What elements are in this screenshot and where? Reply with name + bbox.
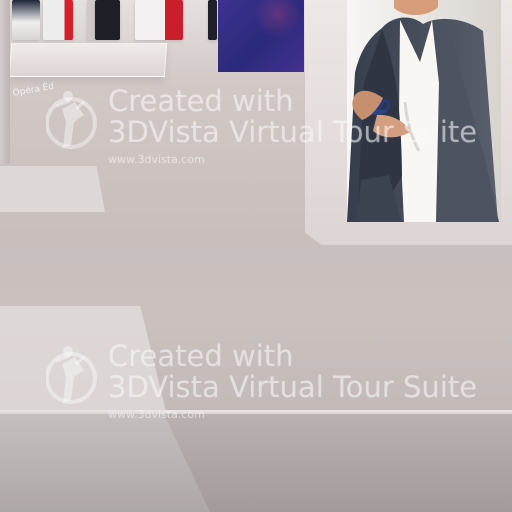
gallery-stand	[95, 0, 120, 40]
floor-light-reflection	[0, 306, 167, 416]
floor-light-reflection	[0, 166, 105, 212]
gallery-stand	[12, 0, 40, 40]
purple-display-panel	[218, 0, 304, 72]
gallery-stand	[208, 0, 217, 40]
poster-image	[347, 0, 501, 222]
left-column	[0, 0, 10, 164]
lower-floor	[0, 414, 512, 512]
gallery-stand	[135, 0, 183, 40]
virtual-tour-viewer[interactable]: Opéra Éd Created with 3DVista Virtual To…	[0, 0, 512, 512]
display-pedestal	[8, 43, 168, 77]
gallery-stand	[43, 0, 73, 40]
gallery-stand	[87, 0, 95, 40]
